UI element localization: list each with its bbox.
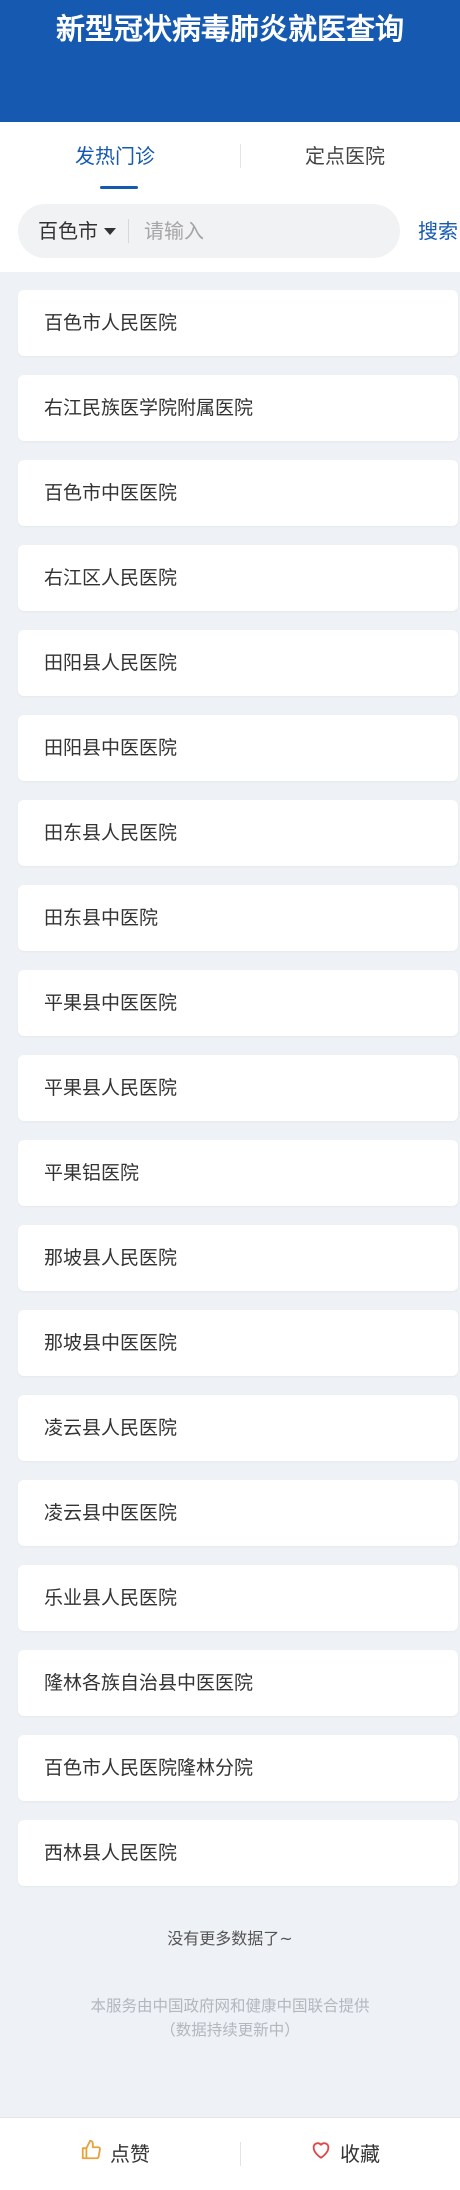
hospital-name: 乐业县人民医院	[44, 1587, 178, 1609]
hospital-name: 西林县人民医院	[44, 1842, 178, 1864]
search-box: 百色市	[18, 204, 400, 258]
hospital-name: 凌云县中医医院	[44, 1502, 178, 1524]
hospital-name: 右江民族医学院附属医院	[44, 397, 254, 419]
footer-note: 本服务由中国政府网和健康中国联合提供 （数据持续更新中）	[0, 1994, 460, 2042]
hospital-card[interactable]: 田东县人民医院	[18, 800, 458, 866]
hospital-name: 百色市中医医院	[44, 482, 178, 504]
hospital-name: 那坡县中医医院	[44, 1332, 178, 1354]
like-label: 点赞	[110, 2142, 150, 2166]
hospital-name: 平果铝医院	[44, 1162, 140, 1184]
hospital-card[interactable]: 那坡县人民医院	[18, 1225, 458, 1291]
favorite-label: 收藏	[340, 2142, 380, 2166]
hospital-card[interactable]: 田阳县人民医院	[18, 630, 458, 696]
hospital-name: 那坡县人民医院	[44, 1247, 178, 1269]
search-button[interactable]: 搜索	[418, 204, 458, 258]
hospital-card[interactable]: 右江区人民医院	[18, 545, 458, 611]
hospital-card[interactable]: 平果县人民医院	[18, 1055, 458, 1121]
hospital-name: 田东县中医院	[44, 907, 159, 929]
page-title: 新型冠状病毒肺炎就医查询	[55, 12, 404, 46]
hospital-name: 百色市人民医院隆林分院	[44, 1757, 254, 1779]
hospital-card[interactable]: 那坡县中医医院	[18, 1310, 458, 1376]
hospital-card[interactable]: 右江民族医学院附属医院	[18, 375, 458, 441]
hospital-name: 平果县人民医院	[44, 1077, 178, 1099]
hospital-card[interactable]: 隆林各族自治县中医医院	[18, 1650, 458, 1716]
hospital-name: 右江区人民医院	[44, 567, 178, 589]
tab-divider	[240, 144, 241, 168]
city-select-label: 百色市	[38, 219, 98, 243]
footer-note-line-2: （数据持续更新中）	[160, 2021, 300, 2039]
bottom-action-bar: 点赞 收藏	[0, 2117, 460, 2190]
select-divider	[128, 219, 129, 243]
hospital-card[interactable]: 田东县中医院	[18, 885, 458, 951]
hospital-card[interactable]: 百色市人民医院隆林分院	[18, 1735, 458, 1801]
search-bar: 百色市 搜索	[0, 192, 460, 272]
hospital-card[interactable]: 乐业县人民医院	[18, 1565, 458, 1631]
caret-down-icon	[104, 227, 116, 235]
thumbs-up-icon	[80, 2118, 102, 2190]
hospital-card[interactable]: 凌云县人民医院	[18, 1395, 458, 1461]
hospital-card[interactable]: 平果县中医医院	[18, 970, 458, 1036]
hospital-card[interactable]: 西林县人民医院	[18, 1820, 458, 1886]
hospital-name: 田东县人民医院	[44, 822, 178, 844]
footer-note-line-1: 本服务由中国政府网和健康中国联合提供	[90, 1997, 370, 2015]
hospital-name: 田阳县人民医院	[44, 652, 178, 674]
like-button[interactable]: 点赞	[0, 2118, 230, 2190]
search-input[interactable]	[140, 204, 388, 258]
hospital-card[interactable]: 百色市人民医院	[18, 290, 458, 356]
tab-bar: 发热门诊 定点医院	[0, 122, 460, 192]
favorite-button[interactable]: 收藏	[230, 2118, 460, 2190]
tab-designated-hospital[interactable]: 定点医院	[230, 122, 460, 192]
heart-icon	[310, 2118, 332, 2190]
hospital-card[interactable]: 平果铝医院	[18, 1140, 458, 1206]
hospital-card[interactable]: 百色市中医医院	[18, 460, 458, 526]
city-select[interactable]: 百色市	[38, 204, 116, 258]
hospital-name: 隆林各族自治县中医医院	[44, 1672, 254, 1694]
hospital-name: 平果县中医医院	[44, 992, 178, 1014]
header: 新型冠状病毒肺炎就医查询	[0, 0, 460, 122]
tab-fever-clinic[interactable]: 发热门诊	[0, 122, 230, 192]
hospital-name: 凌云县人民医院	[44, 1417, 178, 1439]
hospital-name: 田阳县中医医院	[44, 737, 178, 759]
no-more-data-text: 没有更多数据了~	[167, 1929, 293, 1948]
hospital-name: 百色市人民医院	[44, 312, 178, 334]
hospital-card[interactable]: 田阳县中医医院	[18, 715, 458, 781]
hospital-card[interactable]: 凌云县中医医院	[18, 1480, 458, 1546]
active-tab-indicator	[100, 186, 138, 189]
